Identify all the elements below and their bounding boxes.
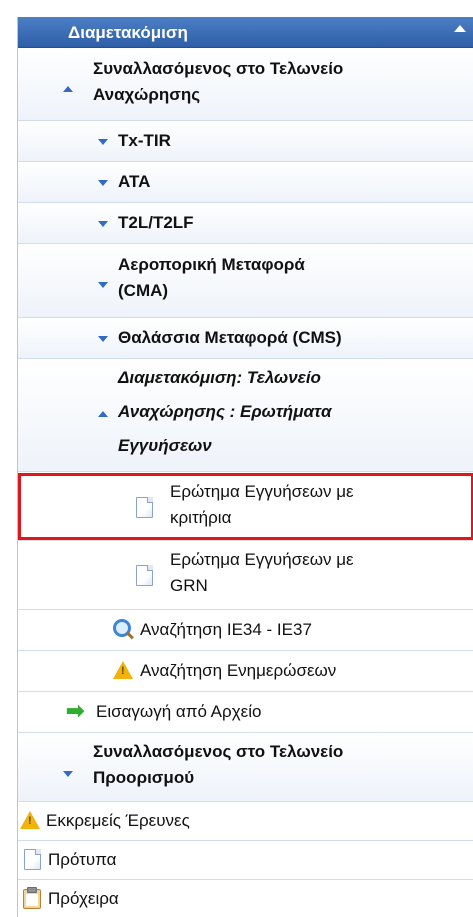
- clipboard-icon: [23, 887, 41, 909]
- search-icon: [113, 619, 131, 637]
- menu-item-label: Ερώτημα Εγγυήσεων με: [170, 550, 354, 569]
- menu-item-sea-transport[interactable]: Θαλάσσια Μεταφορά (CMS): [18, 318, 473, 359]
- menu-header-title: Διαμετακόμιση: [68, 23, 188, 42]
- menu-item-import-file[interactable]: ➡ Εισαγωγή από Αρχείο: [18, 692, 473, 733]
- menu-item-label: GRN: [170, 576, 208, 595]
- expand-down-icon: [98, 139, 108, 145]
- menu-item-label: (CMA): [118, 281, 169, 300]
- document-icon: [136, 497, 153, 518]
- expand-down-icon: [98, 282, 108, 288]
- warning-icon: !: [20, 811, 40, 829]
- menu-item-label: Συναλλασόμενος στο Τελωνείο: [93, 59, 344, 78]
- warning-icon: !: [113, 661, 133, 679]
- menu-item-label: Αναχώρησης: [93, 85, 201, 104]
- collapse-up-icon[interactable]: [454, 25, 466, 32]
- menu-item-search-updates[interactable]: ! Αναζήτηση Ενημερώσεων: [18, 651, 473, 692]
- menu-item-label: Πρόχειρα: [48, 889, 119, 908]
- menu-item-label: Συναλλασόμενος στο Τελωνείο: [93, 742, 344, 761]
- menu-item-label: Αεροπορική Μεταφορά: [118, 255, 305, 274]
- document-icon: [24, 849, 41, 870]
- menu-item-guarantee-query-criteria[interactable]: Ερώτημα Εγγυήσεων με κριτήρια: [18, 473, 473, 541]
- menu-item-label: T2L/T2LF: [118, 213, 194, 232]
- document-icon: [136, 565, 153, 586]
- menu-item-label: ATA: [118, 172, 151, 191]
- menu-item-label: Προορισμού: [93, 768, 195, 787]
- menu-item-guarantee-queries[interactable]: Διαμετακόμιση: Τελωνείο Αναχώρησης : Ερω…: [18, 359, 473, 472]
- menu-item-label: Πρότυπα: [48, 850, 117, 869]
- menu-item-search-ie34[interactable]: Αναζήτηση IE34 - IE37: [18, 610, 473, 651]
- menu-item-pending-inquiries[interactable]: ! Εκκρεμείς Έρευνες: [18, 802, 473, 841]
- menu-item-ata[interactable]: ATA: [18, 162, 473, 203]
- menu-item-air-transport[interactable]: Αεροπορική Μεταφορά (CMA): [18, 244, 473, 318]
- expand-down-icon: [98, 180, 108, 186]
- expand-down-icon: [98, 336, 108, 342]
- menu-item-drafts[interactable]: Πρόχειρα: [18, 880, 473, 917]
- expand-up-icon: [63, 86, 73, 92]
- menu-item-label: Tx-TIR: [118, 131, 171, 150]
- menu-item-label: Ερώτημα Εγγυήσεων με: [170, 482, 354, 501]
- menu-item-label: Αναζήτηση Ενημερώσεων: [140, 661, 337, 680]
- expand-down-icon: [98, 221, 108, 227]
- menu-item-label: Αναζήτηση IE34 - IE37: [140, 620, 312, 639]
- menu-item-label: Εγγυήσεων: [118, 436, 212, 455]
- menu-item-guarantee-query-grn[interactable]: Ερώτημα Εγγυήσεων με GRN: [18, 541, 473, 610]
- green-arrow-icon: ➡: [66, 698, 85, 723]
- menu-item-templates[interactable]: Πρότυπα: [18, 841, 473, 880]
- transit-menu-panel: Διαμετακόμιση Συναλλασόμενος στο Τελωνεί…: [17, 17, 473, 917]
- menu-item-label: Εκκρεμείς Έρευνες: [46, 811, 190, 830]
- menu-item-departure-trader[interactable]: Συναλλασόμενος στο Τελωνείο Αναχώρησης: [18, 48, 473, 121]
- menu-item-tx-tir[interactable]: Tx-TIR: [18, 121, 473, 162]
- menu-item-label: Διαμετακόμιση: Τελωνείο: [118, 368, 321, 387]
- menu-header[interactable]: Διαμετακόμιση: [18, 17, 473, 48]
- menu-item-label: κριτήρια: [170, 508, 232, 527]
- menu-item-label: Εισαγωγή από Αρχείο: [96, 702, 262, 721]
- menu-item-t2l[interactable]: T2L/T2LF: [18, 203, 473, 244]
- menu-item-label: Αναχώρησης : Ερωτήματα: [118, 402, 332, 421]
- menu-item-destination-trader[interactable]: Συναλλασόμενος στο Τελωνείο Προορισμού: [18, 733, 473, 802]
- menu-item-label: Θαλάσσια Μεταφορά (CMS): [118, 328, 342, 347]
- expand-up-icon: [98, 411, 108, 417]
- expand-down-icon: [63, 771, 73, 777]
